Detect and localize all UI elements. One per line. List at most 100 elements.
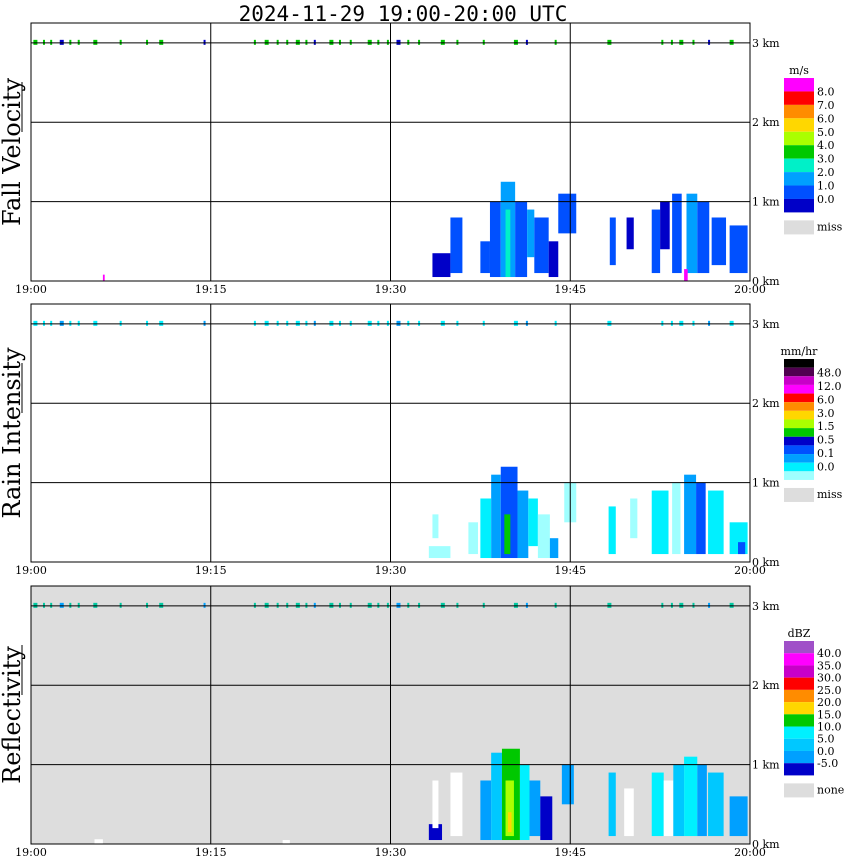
echo-cell — [630, 498, 638, 539]
legend-label: 12.0 — [817, 380, 842, 393]
legend-label: 0.0 — [817, 745, 835, 758]
echo-cell — [432, 780, 439, 829]
legend-swatch — [784, 410, 814, 420]
echo-cell — [651, 772, 664, 837]
legend-swatch — [784, 436, 814, 446]
legend-swatch — [784, 454, 814, 463]
legend-swatch — [784, 419, 814, 429]
legend-missing-swatch — [784, 220, 814, 235]
echo-cell — [673, 764, 685, 837]
echo-cell — [504, 514, 511, 555]
legend-swatch — [784, 78, 814, 92]
echo-cell — [534, 217, 549, 274]
legend-swatch — [784, 384, 814, 394]
x-tick-label: 19:45 — [554, 846, 586, 859]
height-tick-label: 2 km — [752, 679, 780, 692]
echo-cell — [651, 209, 661, 274]
echo-cell — [491, 474, 501, 559]
legend-swatch — [784, 726, 814, 739]
echo-cell — [102, 274, 105, 281]
echo-cell — [711, 217, 727, 266]
legend-label: 4.0 — [817, 139, 835, 152]
panel-1: 19:00 19:15 19:30 19:45 20:000 km1 km2 km3 k… — [0, 303, 843, 577]
echo-cell — [729, 796, 748, 837]
echo-cell — [608, 772, 616, 837]
height-tick-label: 0 km — [752, 838, 780, 851]
echo-cell — [738, 542, 746, 555]
legend-swatch — [784, 185, 814, 199]
legend-unit: dBZ — [788, 627, 811, 640]
echo-cell — [729, 225, 748, 274]
legend-swatch — [784, 359, 814, 368]
echo-cell — [651, 490, 669, 555]
echo-cell — [708, 490, 724, 555]
legend-swatch — [784, 665, 814, 678]
echo-cell — [480, 241, 490, 274]
legend-label: 7.0 — [817, 99, 835, 112]
x-tick-label: 19:00 — [15, 846, 47, 859]
legend-swatch — [784, 428, 814, 437]
legend-swatch — [784, 104, 814, 119]
legend-label: 2.0 — [817, 166, 835, 179]
legend-missing-label: miss — [817, 488, 843, 501]
x-tick-label: 19:15 — [195, 564, 227, 577]
legend-label: 5.0 — [817, 733, 835, 746]
height-tick-label: 2 km — [752, 397, 780, 410]
height-tick-label: 3 km — [752, 600, 780, 613]
legend-label: 6.0 — [817, 112, 835, 125]
echo-cell — [672, 193, 682, 274]
echo-cell — [549, 538, 559, 559]
legend-swatch — [784, 462, 814, 472]
legend-label: 1.0 — [817, 180, 835, 193]
legend-swatch — [784, 689, 814, 703]
legend-swatch — [784, 91, 814, 105]
legend-label: 20.0 — [817, 696, 842, 709]
legend-label: 6.0 — [817, 393, 835, 406]
echo-cell — [548, 241, 559, 278]
height-tick-label: 1 km — [752, 759, 780, 772]
echo-cell — [517, 490, 529, 559]
legend-swatch — [784, 158, 814, 173]
x-tick-label: 19:00 — [15, 564, 47, 577]
legend-label: 0.0 — [817, 461, 835, 474]
legend-swatch — [784, 393, 814, 403]
height-tick-label: 1 km — [752, 477, 780, 490]
echo-cell — [561, 764, 574, 805]
echo-cell — [684, 269, 688, 281]
echo-cell — [527, 209, 535, 258]
height-tick-label: 0 km — [752, 275, 780, 288]
radar-time-height-figure: 2024-11-29 19:00-20:00 UTC 19:00 19:15 19:… — [0, 2, 844, 859]
x-tick-label: 19:00 — [15, 283, 47, 296]
panel-2: 19:00 19:15 19:30 19:45 20:000 km1 km2 km3 k… — [0, 585, 844, 859]
legend-swatch — [784, 172, 814, 186]
legend-swatch — [784, 750, 814, 764]
x-tick-label: 19:45 — [554, 564, 586, 577]
echo-cell — [663, 780, 674, 837]
height-tick-label: 1 km — [752, 196, 780, 209]
echo-cell — [519, 764, 530, 841]
height-tick-label: 3 km — [752, 37, 780, 50]
echo-cell — [432, 514, 439, 539]
echo-cell — [684, 474, 697, 555]
echo-cell — [468, 522, 478, 555]
x-tick-label: 19:30 — [375, 846, 407, 859]
legend-swatch — [784, 471, 814, 480]
legend-missing-label: none — [817, 783, 844, 796]
echo-cell — [624, 788, 634, 837]
legend-swatch — [784, 402, 814, 411]
legend-swatch — [784, 641, 814, 654]
legend-swatch — [784, 198, 814, 213]
echo-cell — [537, 514, 550, 559]
legend-swatch — [784, 702, 814, 715]
height-tick-label: 3 km — [752, 318, 780, 331]
legend-label: 48.0 — [817, 366, 842, 379]
legend-label: 1.5 — [817, 420, 835, 433]
legend-label: 40.0 — [817, 647, 842, 660]
legend-swatch — [784, 738, 814, 751]
legend-label: 3.0 — [817, 153, 835, 166]
legend-swatch — [784, 376, 814, 385]
legend-label: -5.0 — [817, 757, 838, 770]
x-tick-label: 19:30 — [375, 283, 407, 296]
echo-cell — [432, 253, 451, 278]
legend-label: 10.0 — [817, 721, 842, 734]
